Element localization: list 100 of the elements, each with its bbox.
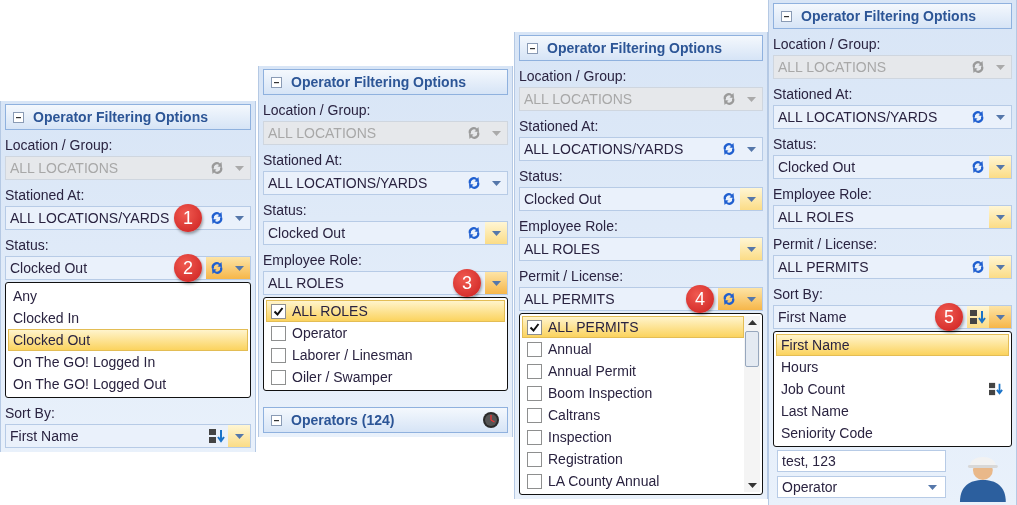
refresh-button[interactable] bbox=[206, 257, 228, 279]
section-header[interactable]: Operator Filtering Options bbox=[773, 3, 1012, 29]
dropdown-arrow-icon bbox=[746, 146, 756, 152]
dropdown-arrow-icon bbox=[995, 264, 1005, 270]
checkbox[interactable] bbox=[527, 363, 542, 379]
checkbox[interactable] bbox=[271, 347, 286, 363]
combo-box[interactable]: Clocked Out bbox=[519, 187, 763, 211]
sort-button[interactable] bbox=[967, 306, 989, 328]
checkbox[interactable] bbox=[527, 341, 542, 357]
checkbox[interactable] bbox=[271, 325, 286, 341]
option-label: Registration bbox=[548, 451, 624, 467]
dropdown-arrow-icon bbox=[995, 64, 1005, 70]
list-option[interactable]: Inspection bbox=[522, 426, 744, 448]
scroll-down-icon[interactable] bbox=[747, 483, 757, 488]
sort-icon bbox=[208, 428, 226, 444]
dropdown-arrow-icon bbox=[746, 246, 756, 252]
combo-box[interactable]: ALL LOCATIONS/YARDS 1 bbox=[5, 206, 251, 230]
checkbox[interactable] bbox=[527, 429, 542, 445]
collapse-icon[interactable] bbox=[271, 414, 282, 426]
combo-box[interactable]: ALL ROLES bbox=[773, 205, 1012, 229]
section-header[interactable]: Operators (124) bbox=[263, 407, 508, 433]
list-option[interactable]: Laborer / Linesman bbox=[266, 344, 505, 366]
dropdown-button[interactable] bbox=[989, 206, 1011, 228]
checkbox[interactable] bbox=[527, 385, 542, 401]
list-option[interactable]: On The GO! Logged In bbox=[8, 351, 248, 373]
refresh-icon bbox=[721, 91, 737, 107]
combo-box[interactable]: ALL PERMITS 4 bbox=[519, 287, 763, 311]
dropdown-button[interactable] bbox=[989, 306, 1011, 328]
section-header[interactable]: Operator Filtering Options bbox=[5, 104, 251, 130]
checkbox[interactable] bbox=[527, 451, 542, 467]
field-label: Location / Group: bbox=[263, 102, 372, 118]
combo-box[interactable]: ALL ROLES bbox=[519, 237, 763, 261]
role-combo[interactable]: Operator bbox=[777, 476, 947, 498]
refresh-icon bbox=[466, 225, 482, 241]
list-option[interactable]: Clocked Out bbox=[8, 329, 248, 351]
checkbox[interactable] bbox=[527, 319, 542, 335]
scroll-thumb[interactable] bbox=[745, 331, 759, 367]
combo-box[interactable]: First Name bbox=[5, 424, 251, 448]
list-option[interactable]: Oiler / Swamper bbox=[266, 366, 505, 388]
number-badge: 4 bbox=[686, 285, 714, 313]
checkbox[interactable] bbox=[271, 303, 286, 319]
clock-icon[interactable] bbox=[482, 411, 500, 429]
collapse-icon[interactable] bbox=[527, 42, 538, 54]
combo-box[interactable]: Clocked Out 2 bbox=[5, 256, 251, 280]
list-option[interactable]: First Name bbox=[776, 334, 1009, 356]
option-label: On The GO! Logged Out bbox=[13, 376, 168, 392]
checkbox[interactable] bbox=[271, 369, 286, 385]
dropdown-arrow-icon bbox=[234, 215, 244, 221]
collapse-icon[interactable] bbox=[271, 76, 282, 88]
list-option[interactable]: Clocked In bbox=[8, 307, 248, 329]
list-option[interactable]: LA County Annual bbox=[522, 470, 744, 492]
combo-box[interactable]: First Name 5 bbox=[773, 305, 1012, 329]
option-label: Hours bbox=[781, 359, 820, 375]
list-option[interactable]: On The GO! Logged Out bbox=[8, 373, 248, 395]
list-option[interactable]: Hours bbox=[776, 356, 1009, 378]
dropdown-button[interactable] bbox=[740, 188, 762, 210]
list-option[interactable]: Boom Inspection bbox=[522, 382, 744, 404]
list-option[interactable]: Caltrans bbox=[522, 404, 744, 426]
refresh-button[interactable] bbox=[718, 288, 740, 310]
dropdown-button[interactable] bbox=[228, 257, 250, 279]
list-option[interactable]: Annual Permit bbox=[522, 360, 744, 382]
section-header[interactable]: Operator Filtering Options bbox=[263, 69, 508, 95]
combo-box[interactable]: ALL ROLES 3 bbox=[263, 271, 508, 295]
combo-box[interactable]: ALL LOCATIONS/YARDS bbox=[263, 171, 508, 195]
combo-value: ALL PERMITS bbox=[778, 259, 870, 275]
checkbox[interactable] bbox=[527, 473, 542, 489]
list-option[interactable]: Annual bbox=[522, 338, 744, 360]
section-header[interactable]: Operator Filtering Options bbox=[519, 35, 763, 61]
dropdown-button[interactable] bbox=[740, 288, 762, 310]
list-option[interactable]: Any bbox=[8, 285, 248, 307]
list-option[interactable]: Operator bbox=[266, 322, 505, 344]
scroll-up-icon[interactable] bbox=[747, 320, 757, 325]
collapse-icon[interactable] bbox=[781, 10, 792, 22]
field-label: Employee Role: bbox=[519, 218, 619, 234]
list-option[interactable]: Last Name bbox=[776, 400, 1009, 422]
dropdown-button[interactable] bbox=[989, 156, 1011, 178]
checkbox[interactable] bbox=[527, 407, 542, 423]
combo-box[interactable]: ALL LOCATIONS/YARDS bbox=[773, 105, 1012, 129]
dropdown-button[interactable] bbox=[989, 256, 1011, 278]
list-option[interactable]: ALL PERMITS bbox=[522, 316, 744, 338]
list-option[interactable]: Seniority Code bbox=[776, 422, 1009, 444]
list-option[interactable]: Job Count bbox=[776, 378, 1009, 400]
scrollbar[interactable] bbox=[744, 316, 760, 492]
dropdown-button[interactable] bbox=[485, 272, 507, 294]
refresh-icon bbox=[466, 175, 482, 191]
combo-value: ALL LOCATIONS/YARDS bbox=[10, 210, 170, 226]
combo-value: Operator bbox=[782, 479, 839, 495]
combo-box[interactable]: Clocked Out bbox=[263, 221, 508, 245]
collapse-icon[interactable] bbox=[13, 111, 24, 123]
refresh-icon bbox=[970, 259, 986, 275]
name-field[interactable]: test, 123 bbox=[777, 450, 947, 472]
dropdown-button[interactable] bbox=[740, 238, 762, 260]
combo-box[interactable]: ALL LOCATIONS/YARDS bbox=[519, 137, 763, 161]
list-option[interactable]: ALL ROLES bbox=[266, 300, 505, 322]
list-option[interactable]: Registration bbox=[522, 448, 744, 470]
combo-box[interactable]: ALL PERMITS bbox=[773, 255, 1012, 279]
combo-value: ALL ROLES bbox=[778, 209, 855, 225]
dropdown-button[interactable] bbox=[228, 425, 250, 447]
combo-box[interactable]: Clocked Out bbox=[773, 155, 1012, 179]
dropdown-button[interactable] bbox=[485, 222, 507, 244]
